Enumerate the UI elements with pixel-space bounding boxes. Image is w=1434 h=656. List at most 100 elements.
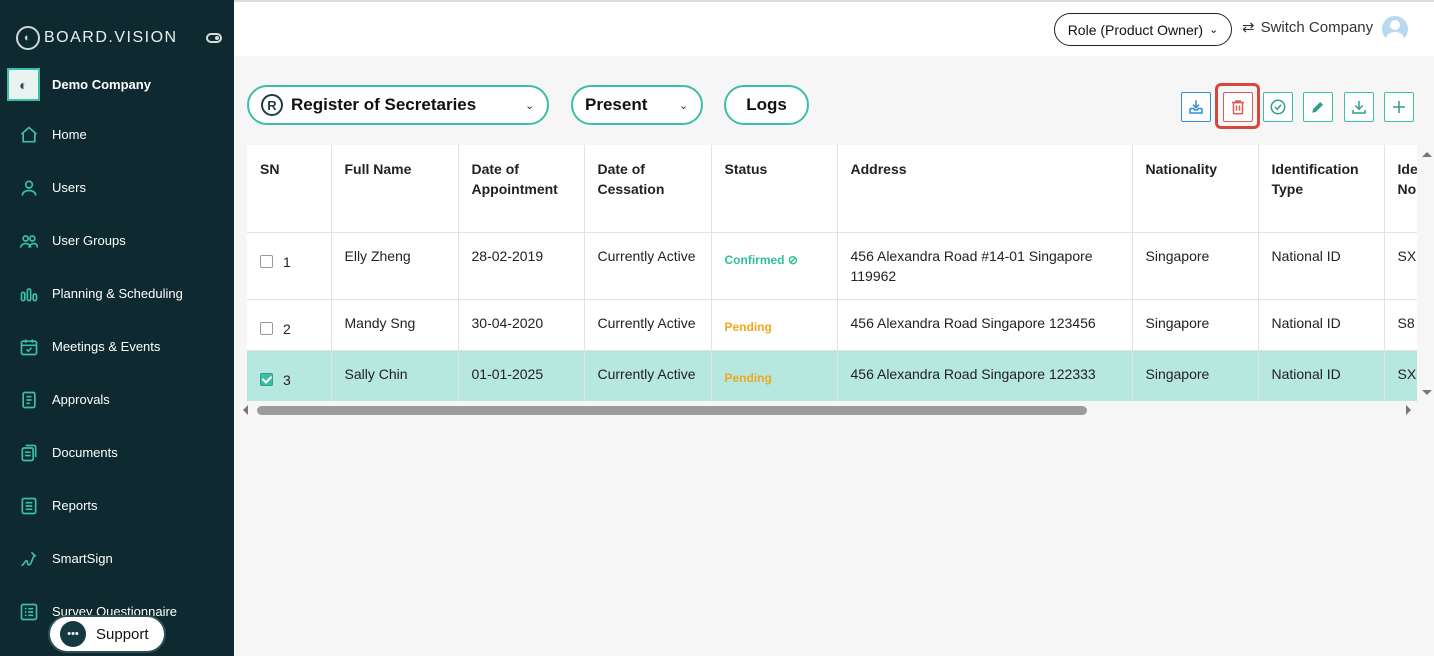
register-dropdown[interactable]: R Register of Secretaries ⌄ [247, 85, 549, 125]
cell-appointment: 01-01-2025 [458, 350, 585, 401]
header-date-of-cessation[interactable]: Date of Cessation [584, 145, 712, 233]
row-checkbox[interactable] [260, 322, 273, 335]
chevron-down-icon: ⌄ [679, 99, 689, 112]
present-dropdown[interactable]: Present ⌄ [571, 85, 703, 125]
role-dropdown[interactable]: Role (Product Owner) ⌄ [1054, 13, 1232, 46]
import-button[interactable] [1181, 92, 1211, 122]
table-row[interactable]: 3 Sally Chin 01-01-2025 Currently Active… [247, 350, 1417, 401]
cell-status: Confirmed ⊘ [711, 232, 838, 300]
calendar-icon [18, 336, 40, 358]
plus-icon [1393, 101, 1405, 113]
status-badge: Pending [724, 370, 772, 385]
sidebar-item-smartsign[interactable]: SmartSign [0, 532, 234, 585]
header-address[interactable]: Address [837, 145, 1133, 233]
download-icon [1352, 101, 1366, 114]
cell-appointment: 30-04-2020 [458, 299, 585, 351]
sidebar-item-label: Planning & Scheduling [52, 286, 183, 301]
register-label: Register of Secretaries [291, 95, 477, 114]
approve-button[interactable] [1263, 92, 1293, 122]
logs-label: Logs [746, 95, 787, 114]
check-circle-icon [1270, 99, 1286, 115]
sidebar-item-meetings[interactable]: Meetings & Events [0, 320, 234, 373]
cell-full-name: Sally Chin [331, 350, 459, 401]
cell-sn: 1 [247, 232, 332, 300]
header-status[interactable]: Status [711, 145, 838, 233]
avatar[interactable] [1382, 16, 1408, 42]
chat-icon: ••• [60, 621, 86, 647]
header-full-name[interactable]: Full Name [331, 145, 459, 233]
sidebar-item-label: Users [52, 180, 86, 195]
cell-nationality: Singapore [1132, 299, 1259, 351]
cell-address: 456 Alexandra Road Singapore 122333 [837, 350, 1133, 401]
signature-icon [18, 548, 40, 570]
scroll-right-arrow[interactable] [1406, 405, 1411, 415]
user-groups-icon [18, 230, 40, 252]
sidebar-item-home[interactable]: Home [0, 108, 234, 161]
documents-icon [18, 442, 40, 464]
delete-button[interactable] [1223, 92, 1253, 122]
chevron-down-icon: ⌄ [525, 99, 535, 112]
header-date-of-appointment[interactable]: Date of Appointment [458, 145, 585, 233]
sidebar-item-label: Approvals [52, 392, 110, 407]
sidebar-item-reports[interactable]: Reports [0, 479, 234, 532]
cell-address: 456 Alexandra Road Singapore 123456 [837, 299, 1133, 351]
planning-icon [18, 283, 40, 305]
sidebar-item-user-groups[interactable]: User Groups [0, 214, 234, 267]
switch-icon: ⇄ [1242, 19, 1255, 36]
row-checkbox[interactable] [260, 255, 273, 268]
company-selector[interactable]: ◐ Demo Company [7, 68, 151, 101]
table-header-row: SN Full Name Date of Appointment Date of C… [247, 145, 1417, 233]
brand[interactable]: ◐ BOARD.VISION [16, 26, 178, 50]
cell-id-no: S8 [1384, 299, 1417, 351]
user-icon [18, 177, 40, 199]
sidebar-item-label: Reports [52, 498, 98, 513]
add-button[interactable] [1384, 92, 1414, 122]
cell-sn: 3 [247, 350, 332, 401]
download-button[interactable] [1344, 92, 1374, 122]
sidebar-item-label: Meetings & Events [52, 339, 161, 354]
sidebar-item-label: Home [52, 127, 87, 142]
scrollbar-thumb[interactable] [257, 406, 1087, 415]
reports-icon [18, 495, 40, 517]
sidebar-item-users[interactable]: Users [0, 161, 234, 214]
import-icon [1189, 100, 1203, 114]
scroll-left-arrow[interactable] [243, 405, 248, 415]
sidebar-item-approvals[interactable]: Approvals [0, 373, 234, 426]
row-checkbox[interactable] [260, 373, 273, 386]
switch-company-button[interactable]: ⇄ Switch Company [1242, 18, 1373, 37]
main-content: R Register of Secretaries ⌄ Present ⌄ Lo… [234, 56, 1434, 656]
cell-sn: 2 [247, 299, 332, 351]
cell-id-type: National ID [1258, 232, 1385, 300]
table-row[interactable]: 2 Mandy Sng 30-04-2020 Currently Active … [247, 299, 1417, 351]
scroll-down-arrow[interactable] [1422, 390, 1432, 395]
survey-icon [18, 601, 40, 623]
header-nationality[interactable]: Nationality [1132, 145, 1259, 233]
horizontal-scrollbar[interactable] [239, 402, 1419, 418]
cell-id-type: National ID [1258, 299, 1385, 351]
scroll-up-arrow[interactable] [1422, 152, 1432, 157]
sidebar-item-label: Documents [52, 445, 118, 460]
table-row[interactable]: 1 Elly Zheng 28-02-2019 Currently Active… [247, 232, 1417, 300]
logs-button[interactable]: Logs [724, 85, 809, 125]
cell-appointment: 28-02-2019 [458, 232, 585, 300]
sidebar-toggle-icon[interactable] [206, 33, 222, 43]
cell-address: 456 Alexandra Road #14-01 Singapore 1199… [837, 232, 1133, 300]
header-identification-type[interactable]: Identification Type [1258, 145, 1385, 233]
brand-logo-icon: ◐ [16, 26, 40, 50]
sidebar-item-documents[interactable]: Documents [0, 426, 234, 479]
header-identification-no[interactable]: IdeNo. [1384, 145, 1417, 233]
approvals-icon [18, 389, 40, 411]
cell-id-no: SX [1384, 232, 1417, 300]
register-badge-icon: R [261, 94, 283, 116]
cell-status: Pending [711, 299, 838, 351]
company-name: Demo Company [52, 77, 151, 92]
edit-button[interactable] [1303, 92, 1333, 122]
support-button[interactable]: ••• Support [48, 615, 166, 653]
header-sn[interactable]: SN [247, 145, 332, 233]
sidebar-item-planning[interactable]: Planning & Scheduling [0, 267, 234, 320]
home-icon [18, 124, 40, 146]
top-bar: Role (Product Owner) ⌄ ⇄ Switch Company [234, 0, 1434, 56]
cell-id-no: SX [1384, 350, 1417, 401]
secretaries-table: SN Full Name Date of Appointment Date of C… [247, 145, 1417, 401]
chevron-down-icon: ⌄ [1209, 24, 1219, 36]
